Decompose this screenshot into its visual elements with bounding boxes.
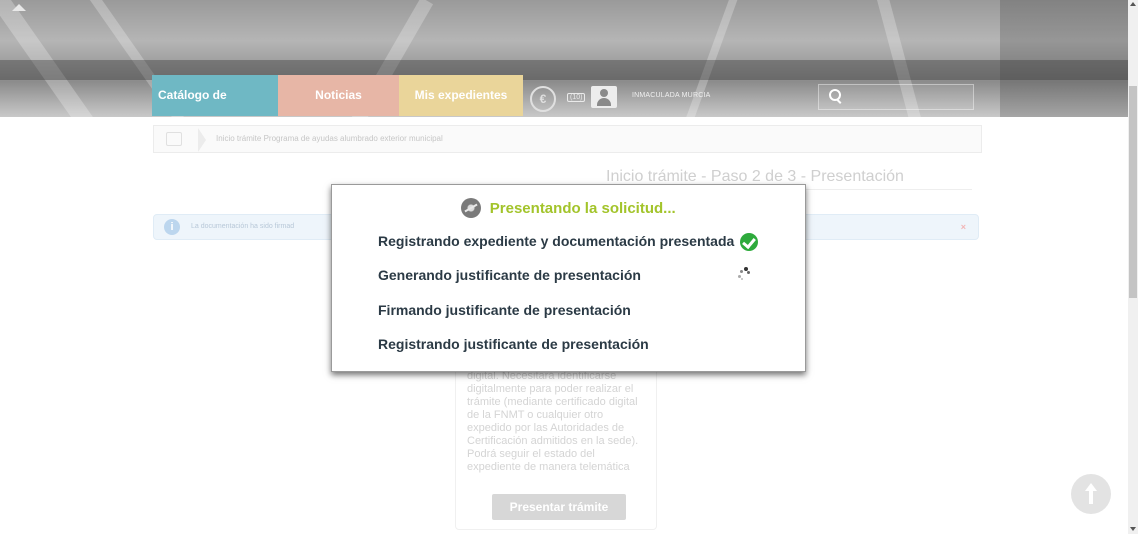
scroll-to-top-button[interactable] — [1071, 474, 1111, 514]
breadcrumb-separator — [198, 128, 206, 152]
euro-icon[interactable]: € — [530, 86, 556, 112]
progress-step: Firmando justificante de presentación — [378, 302, 631, 318]
search-icon[interactable] — [829, 89, 841, 101]
loading-dots-icon — [737, 267, 751, 281]
scroll-up-arrow-icon[interactable] — [1130, 2, 1136, 6]
modal-header: Presentando la solicitud... — [332, 198, 805, 218]
check-icon — [740, 233, 758, 251]
alert-text: La documentación ha sido firmad — [191, 223, 295, 230]
tab-noticias[interactable]: Noticias — [278, 75, 399, 116]
page: Catálogo de trámites Noticias Mis expedi… — [0, 0, 1138, 534]
card-description: digital. Necesitará identificarse digita… — [467, 370, 639, 473]
scrollbar-thumb[interactable] — [1129, 86, 1137, 298]
progress-step: Registrando expediente y documentación p… — [378, 233, 735, 249]
breadcrumb: Inicio trámite Programa de ayudas alumbr… — [153, 125, 982, 153]
progress-modal: Presentando la solicitud... Registrando … — [331, 184, 806, 372]
user-name[interactable]: INMACULADA MURCIA — [632, 92, 710, 99]
user-icon[interactable] — [591, 86, 617, 108]
search-input[interactable] — [818, 84, 974, 110]
breadcrumb-current: Inicio trámite Programa de ayudas alumbr… — [216, 134, 443, 143]
tab-catalogo-tramites[interactable]: Catálogo de trámites — [152, 75, 278, 143]
scroll-down-arrow-icon[interactable] — [1130, 527, 1136, 531]
progress-step: Registrando justificante de presentación — [378, 336, 649, 352]
cart-count-badge[interactable]: (10) — [567, 93, 586, 102]
loading-spinner-icon — [461, 198, 482, 218]
presentar-tramite-button[interactable]: Presentar trámite — [492, 494, 626, 520]
tab-mis-expedientes[interactable]: Mis expedientes — [399, 75, 523, 116]
presentation-card: digital. Necesitará identificarse digita… — [455, 355, 657, 530]
collapse-header-icon[interactable] — [8, 4, 30, 14]
modal-title: Presentando la solicitud... — [489, 199, 676, 217]
progress-step: Generando justificante de presentación — [378, 267, 641, 283]
home-icon[interactable] — [166, 132, 182, 146]
close-icon[interactable]: × — [961, 222, 966, 232]
main-nav: Catálogo de trámites Noticias Mis expedi… — [152, 75, 523, 143]
info-icon: i — [164, 219, 180, 235]
